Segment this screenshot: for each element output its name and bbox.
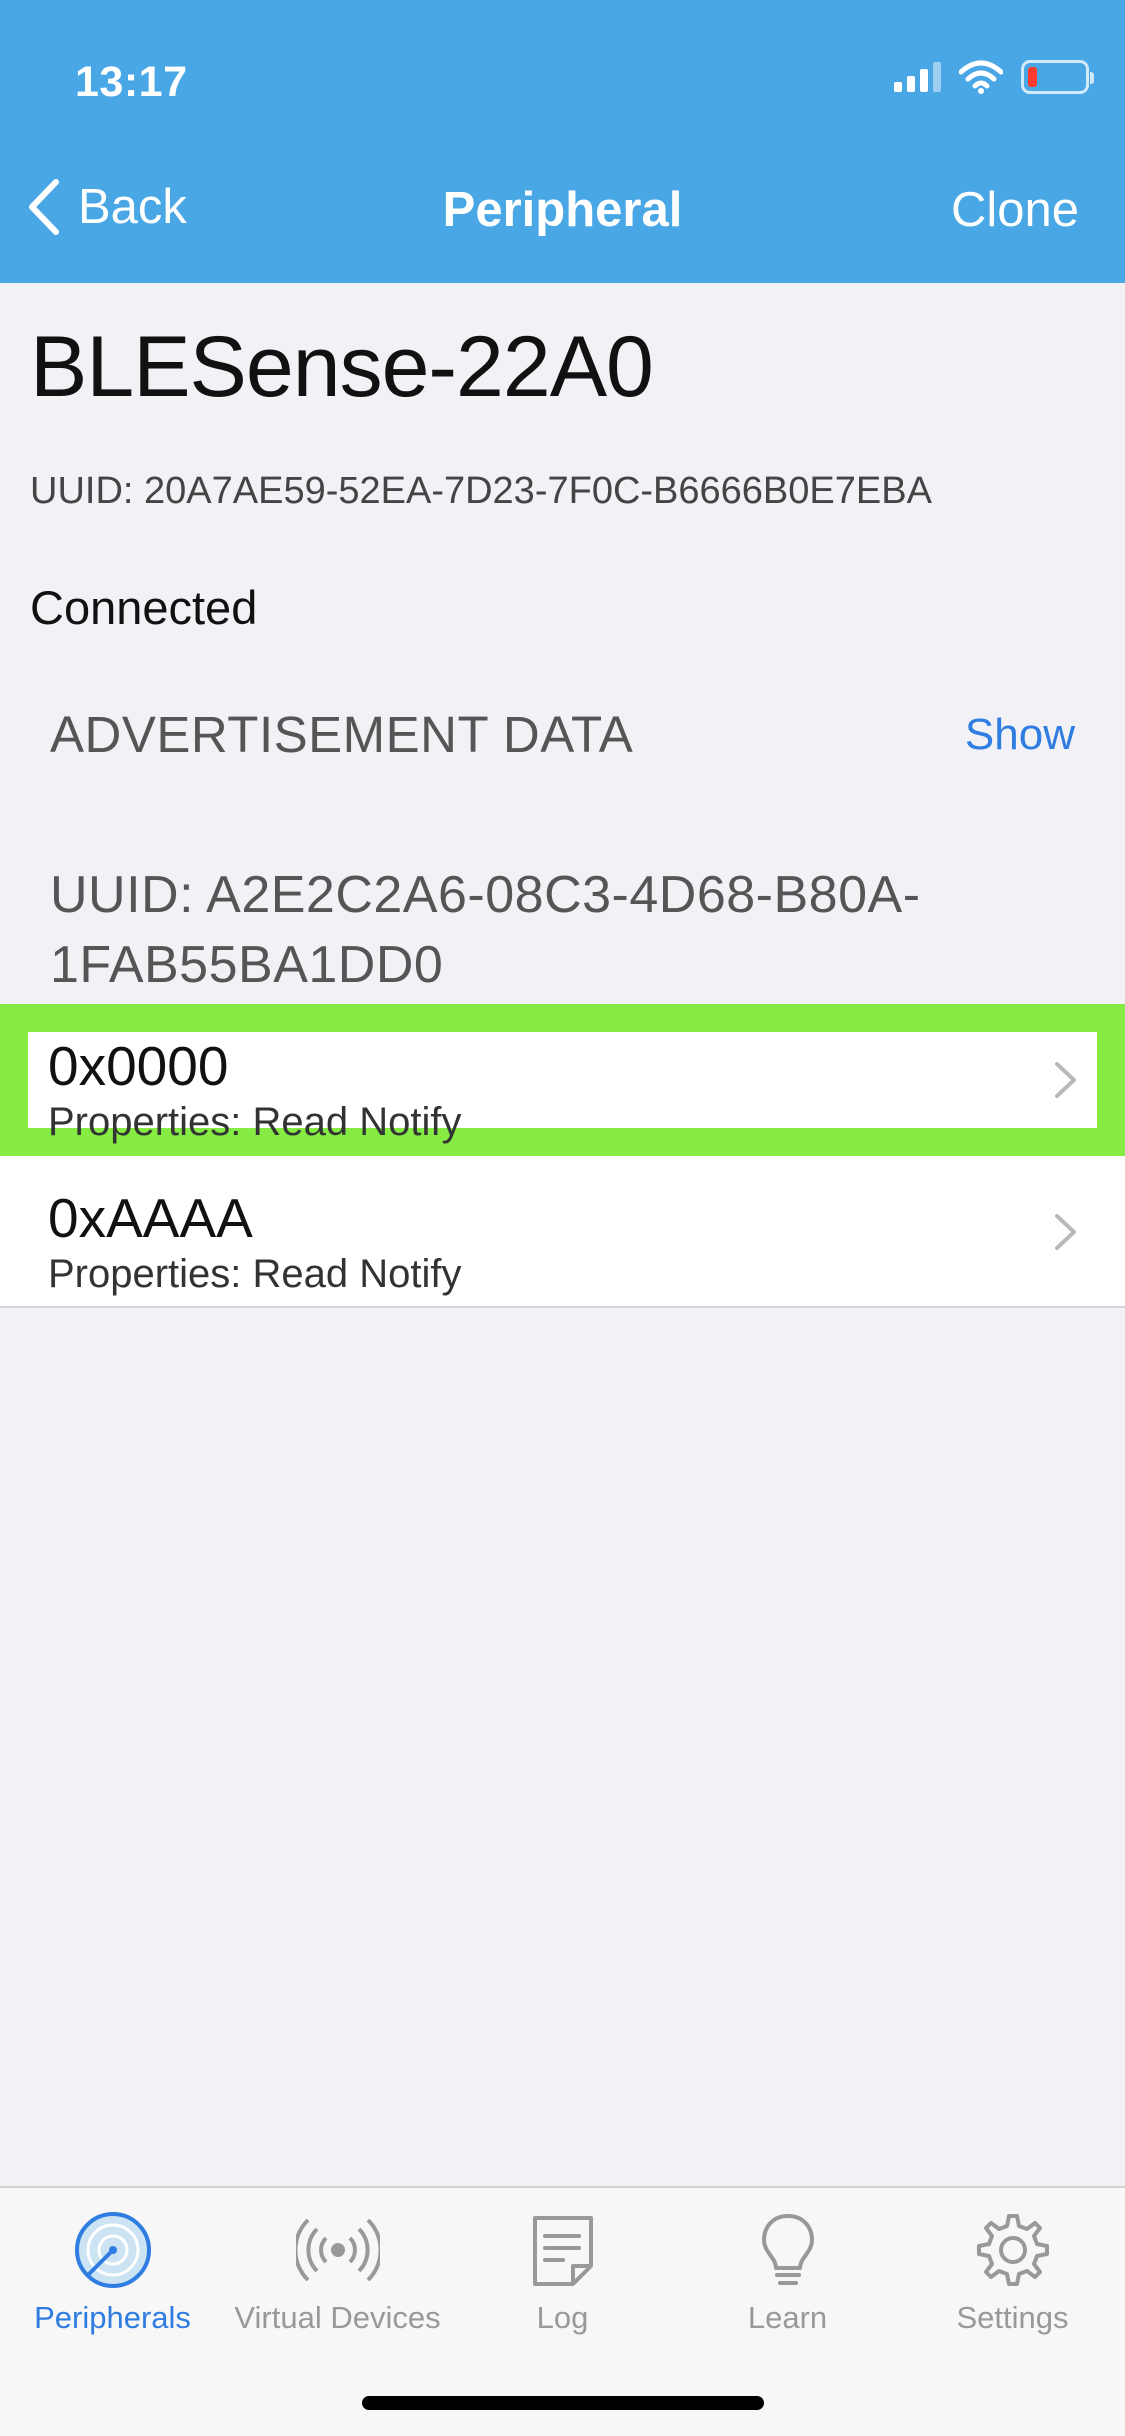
clone-button[interactable]: Clone: [951, 182, 1079, 238]
characteristic-properties: Properties: Read Notify: [48, 1100, 462, 1144]
tab-settings[interactable]: Settings: [900, 2208, 1125, 2336]
radar-icon: [74, 2212, 151, 2288]
show-advertisement-button[interactable]: Show: [965, 710, 1075, 760]
document-icon: [532, 2216, 593, 2286]
tab-label: Log: [536, 2300, 589, 2335]
characteristic-row-0x0000[interactable]: 0x0000 Properties: Read Notify: [0, 1004, 1125, 1156]
chevron-right-icon: [1055, 1062, 1076, 1098]
home-indicator[interactable]: [362, 2396, 764, 2410]
cellular-signal-icon: [894, 62, 941, 92]
characteristics-list: 0x0000 Properties: Read Notify 0xAAAA Pr…: [0, 1004, 1125, 1308]
header: 13:17 Back Peripheral Clone: [0, 0, 1125, 283]
tab-virtual-devices[interactable]: Virtual Devices: [225, 2208, 450, 2336]
characteristic-name: 0xAAAA: [48, 1187, 253, 1249]
gear-icon: [976, 2214, 1049, 2286]
tab-label: Settings: [956, 2300, 1069, 2335]
characteristic-properties: Properties: Read Notify: [48, 1252, 462, 1296]
tab-label: Peripherals: [34, 2300, 191, 2335]
advertisement-data-header: ADVERTISEMENT DATA: [50, 706, 634, 763]
tab-learn[interactable]: Learn: [675, 2208, 900, 2336]
peripheral-name: BLESense-22A0: [30, 319, 654, 415]
characteristic-name: 0x0000: [48, 1035, 229, 1097]
connection-status: Connected: [30, 581, 258, 634]
status-icons: [894, 60, 1094, 94]
tab-log[interactable]: Log: [450, 2208, 675, 2336]
service-uuid-header: UUID: A2E2C2A6-08C3-4D68-B80A-1FAB55BA1D…: [50, 866, 921, 994]
wifi-icon: [959, 60, 1003, 94]
app-screen: 13:17 Back Peripheral Clone BLESense-22A…: [0, 0, 1125, 2436]
lightbulb-icon: [761, 2214, 814, 2285]
chevron-right-icon: [1055, 1214, 1076, 1250]
tab-label: Virtual Devices: [234, 2300, 441, 2335]
peripheral-uuid: UUID: 20A7AE59-52EA-7D23-7F0C-B6666B0E7E…: [30, 470, 932, 512]
broadcast-icon: [295, 2218, 380, 2282]
status-time: 13:17: [75, 58, 188, 106]
tab-label: Learn: [747, 2300, 828, 2335]
battery-icon: [1021, 60, 1094, 94]
tab-peripherals[interactable]: Peripherals: [0, 2208, 225, 2336]
characteristic-row-0xaaaa[interactable]: 0xAAAA Properties: Read Notify: [0, 1156, 1125, 1308]
